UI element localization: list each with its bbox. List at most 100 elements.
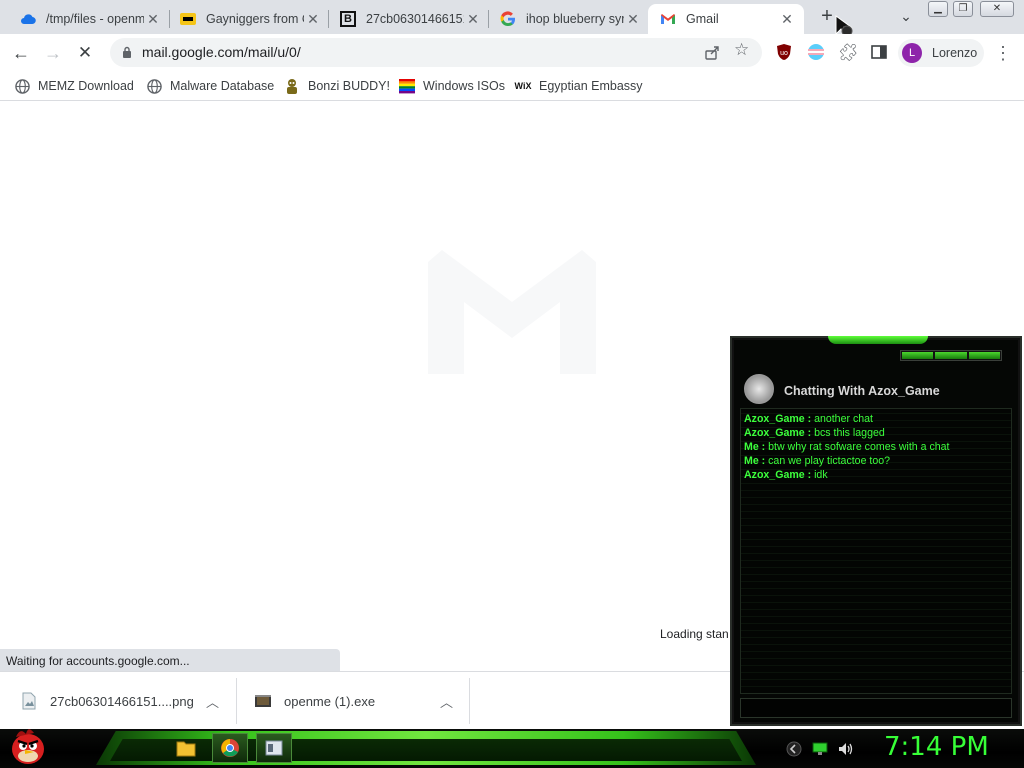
bookmark-label: Windows ISOs — [423, 79, 505, 93]
volume-icon[interactable] — [838, 742, 854, 756]
chevron-up-icon[interactable]: ︿ — [206, 692, 219, 711]
tab-openmediavault[interactable]: /tmp/files - openmediavault ✕ — [8, 4, 168, 34]
bookmark-label: Egyptian Embassy — [539, 79, 643, 93]
address-bar[interactable]: mail.google.com/mail/u/0/ ☆ — [110, 38, 762, 67]
trans-flag-extension-icon[interactable] — [807, 43, 825, 61]
tab-strip: /tmp/files - openmediavault ✕ Gayniggers… — [0, 0, 1024, 39]
download-filename: openme (1).exe — [284, 693, 376, 709]
globe-icon — [14, 78, 30, 94]
browser-toolbar: ← → ✕ mail.google.com/mail/u/0/ ☆ uo 🧩︎ … — [0, 34, 1024, 71]
globe-icon — [146, 78, 162, 94]
restore-button[interactable]: ❐ — [953, 1, 973, 17]
download-separator — [469, 678, 470, 724]
network-icon[interactable] — [812, 742, 828, 756]
chat-sender: Me : — [744, 455, 766, 467]
close-icon[interactable]: ✕ — [778, 10, 796, 28]
taskbar-clock[interactable]: 7:14 PM — [884, 732, 989, 762]
taskbar-chrome[interactable] — [212, 733, 248, 763]
chat-window-top-accent — [828, 336, 928, 344]
close-icon[interactable]: ✕ — [624, 10, 642, 28]
svg-text:uo: uo — [780, 50, 788, 57]
tab-title: Gayniggers from Outer Space — [206, 12, 304, 26]
chat-message: Azox_Game : another chat — [744, 412, 1008, 426]
side-panel-icon[interactable] — [871, 45, 887, 59]
tab-27cb[interactable]: B 27cb0630146615150 ✕ — [328, 4, 488, 34]
bookmark-malware-database[interactable]: Malware Database — [146, 77, 274, 95]
chat-text: idk — [811, 469, 828, 481]
taskbar: 7:14 PM — [0, 729, 1024, 768]
back-button[interactable]: ← — [8, 40, 34, 66]
close-icon[interactable]: ✕ — [464, 10, 482, 28]
chat-window-controls[interactable] — [900, 350, 1002, 361]
chat-sender: Me : — [744, 441, 766, 453]
kebab-menu-icon[interactable]: ⋮ — [990, 40, 1016, 66]
download-separator — [236, 678, 237, 724]
chat-message: Azox_Game : bcs this lagged — [744, 426, 1008, 440]
ublock-icon[interactable]: uo — [776, 43, 792, 61]
extensions-puzzle-icon[interactable]: 🧩︎ — [835, 40, 861, 66]
chevron-up-icon[interactable]: ︿ — [440, 692, 453, 711]
tab-gmail[interactable]: Gmail ✕ — [648, 4, 804, 34]
chat-text: can we play tictactoe too? — [765, 455, 891, 467]
profile-button[interactable]: L Lorenzo — [898, 39, 984, 67]
chat-log: Azox_Game : another chat Azox_Game : bcs… — [740, 408, 1012, 694]
chat-sender: Azox_Game : — [744, 413, 812, 425]
system-tray — [786, 737, 854, 761]
bookmark-egyptian-embassy[interactable]: WiX Egyptian Embassy — [515, 77, 643, 95]
tab-title: /tmp/files - openmediavault — [46, 12, 144, 26]
bookmark-windows-isos[interactable]: Windows ISOs — [399, 77, 505, 95]
profile-name: Lorenzo — [932, 46, 978, 60]
chat-text: btw why rat sofware comes with a chat — [765, 441, 950, 453]
chat-sender: Azox_Game : — [744, 469, 812, 481]
cloud-icon — [20, 11, 36, 27]
close-icon[interactable]: ✕ — [304, 10, 322, 28]
tab-imdb[interactable]: Gayniggers from Outer Space ✕ — [168, 4, 328, 34]
tab-title: 27cb0630146615150 — [366, 12, 464, 26]
chat-avatar — [744, 374, 774, 404]
avatar: L — [902, 43, 922, 63]
close-window-button[interactable]: ✕ — [980, 1, 1014, 17]
chat-input[interactable] — [740, 698, 1012, 718]
chat-text: another chat — [811, 413, 873, 425]
chat-minimize-button[interactable] — [902, 352, 934, 359]
bookmark-star-icon[interactable]: ☆ — [734, 40, 749, 60]
tab-title: ihop blueberry syrup — [526, 12, 624, 26]
taskbar-explorer[interactable] — [168, 733, 204, 763]
forward-button[interactable]: → — [40, 40, 66, 66]
bookmark-label: Bonzi BUDDY! — [308, 79, 390, 93]
chrome-icon — [221, 739, 239, 757]
bookmark-bonzi-buddy[interactable]: Bonzi BUDDY! — [284, 77, 390, 95]
windows-icon — [399, 78, 415, 94]
folder-icon — [176, 741, 196, 757]
chat-close-button[interactable] — [968, 352, 1000, 359]
bookmarks-bar: MEMZ Download Malware Database Bonzi BUD… — [0, 71, 1024, 101]
close-icon[interactable]: ✕ — [144, 10, 162, 28]
exe-file-icon — [255, 695, 271, 707]
chat-message: Me : btw why rat sofware comes with a ch… — [744, 440, 1008, 454]
chat-title: Chatting With Azox_Game — [784, 384, 940, 398]
bookmark-memz-download[interactable]: MEMZ Download — [14, 77, 134, 95]
chat-text: bcs this lagged — [811, 427, 885, 439]
minimize-button[interactable]: ▁ — [928, 1, 948, 17]
bookmark-label: MEMZ Download — [38, 79, 134, 93]
tab-search-chevron-icon[interactable]: ⌄ — [896, 8, 916, 26]
taskbar-rat-client[interactable] — [256, 733, 292, 763]
tab-title: Gmail — [686, 12, 719, 26]
stop-loading-button[interactable]: ✕ — [72, 40, 98, 66]
imdb-icon — [180, 11, 196, 27]
tab-ihop[interactable]: ihop blueberry syrup ✕ — [488, 4, 648, 34]
chat-sender: Azox_Game : — [744, 427, 812, 439]
download-item-png[interactable]: 27cb06301466151....png ︿ — [20, 672, 230, 730]
app-window-icon — [265, 740, 283, 756]
start-button-angry-bird-icon[interactable] — [6, 725, 48, 767]
url-text: mail.google.com/mail/u/0/ — [142, 44, 301, 60]
status-bubble: Waiting for accounts.google.com... — [0, 649, 340, 671]
image-file-icon — [22, 692, 36, 710]
share-icon[interactable] — [704, 45, 720, 61]
download-item-exe[interactable]: openme (1).exe ︿ — [254, 672, 464, 730]
chat-window[interactable]: Chatting With Azox_Game Azox_Game : anot… — [730, 336, 1022, 726]
chat-message: Azox_Game : idk — [744, 468, 1008, 482]
tray-chevron-icon[interactable] — [786, 741, 802, 757]
download-filename: 27cb06301466151....png — [50, 693, 194, 709]
chat-maximize-button[interactable] — [935, 352, 967, 359]
